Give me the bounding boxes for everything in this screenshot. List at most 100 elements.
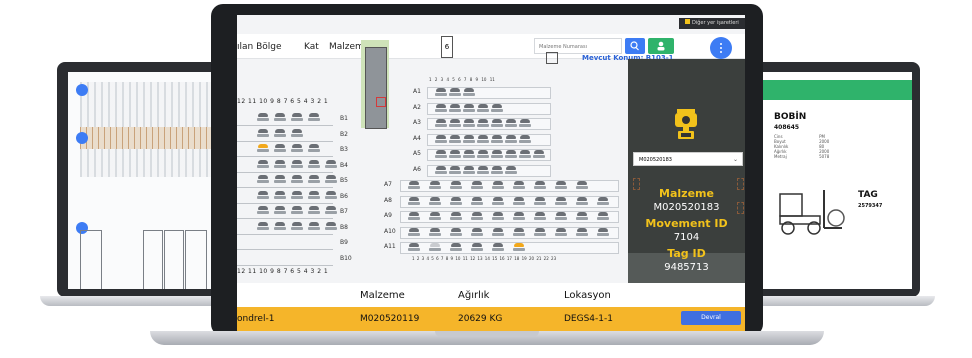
forklift-icon[interactable] [257,175,269,184]
forklift-icon[interactable] [325,206,337,215]
forklift-icon[interactable] [576,196,588,206]
forklift-icon[interactable] [513,212,525,221]
notification-chip[interactable]: Diğer yer işaretleri [679,18,745,29]
forklift-icon[interactable] [471,181,483,190]
forklift-icon[interactable] [325,190,337,200]
forklift-icon[interactable] [471,196,483,206]
forklift-icon[interactable] [274,159,286,169]
forklift-icon[interactable] [325,175,337,184]
forklift-icon[interactable] [408,227,420,237]
forklift-icon[interactable] [477,134,489,144]
forklift-icon[interactable] [555,212,567,221]
forklift-icon[interactable] [308,159,320,169]
forklift-icon[interactable] [257,113,269,122]
forklift-icon[interactable] [408,196,420,206]
forklift-icon[interactable] [555,227,567,237]
devral-button[interactable]: Devral [681,311,741,325]
forklift-icon[interactable] [505,150,517,159]
forklift-icon[interactable] [449,88,461,97]
forklift-icon[interactable] [463,165,475,175]
forklift-icon[interactable] [257,206,269,215]
forklift-icon[interactable] [463,150,475,159]
forklift-icon[interactable] [576,212,588,221]
forklift-icon[interactable] [435,119,447,128]
forklift-icon[interactable] [449,103,461,113]
forklift-icon[interactable] [435,88,447,97]
forklift-icon[interactable] [534,212,546,221]
forklift-icon[interactable] [576,227,588,237]
forklift-icon[interactable] [449,134,461,144]
left-nav-button-1[interactable] [76,84,88,96]
forklift-icon[interactable] [257,159,269,169]
forklift-icon[interactable] [308,221,320,231]
forklift-icon[interactable] [471,243,483,252]
forklift-icon[interactable] [257,128,269,138]
forklift-icon[interactable] [274,144,286,153]
forklift-icon[interactable] [519,119,531,128]
forklift-icon[interactable] [463,119,475,128]
forklift-icon[interactable] [576,181,588,190]
forklift-icon[interactable] [597,227,609,237]
forklift-icon[interactable] [491,119,503,128]
forklift-icon[interactable] [274,128,286,138]
forklift-icon[interactable] [408,243,420,252]
forklift-icon[interactable] [308,175,320,184]
forklift-icon[interactable] [325,221,337,231]
forklift-icon[interactable] [513,227,525,237]
forklift-icon[interactable] [513,181,525,190]
forklift-icon[interactable] [291,128,303,138]
forklift-icon[interactable] [429,227,441,237]
forklift-icon[interactable] [597,212,609,221]
forklift-icon[interactable] [429,181,441,190]
forklift-icon[interactable] [463,134,475,144]
tab-zone[interactable]: ılan Bölge [237,42,282,52]
forklift-icon[interactable] [492,227,504,237]
forklift-icon[interactable] [491,150,503,159]
forklift-icon[interactable] [429,196,441,206]
forklift-icon[interactable] [435,103,447,113]
forklift-icon[interactable] [274,206,286,215]
forklift-icon[interactable] [429,243,441,252]
forklift-icon[interactable] [291,175,303,184]
forklift-icon[interactable] [408,181,420,190]
forklift-icon[interactable] [291,113,303,122]
forklift-icon[interactable] [450,227,462,237]
forklift-icon[interactable] [505,165,517,175]
forklift-icon[interactable] [435,150,447,159]
forklift-icon[interactable] [477,165,489,175]
forklift-icon[interactable] [534,196,546,206]
forklift-icon[interactable] [291,159,303,169]
forklift-icon[interactable] [533,150,545,159]
forklift-icon[interactable] [291,221,303,231]
forklift-icon[interactable] [519,134,531,144]
material-dropdown[interactable]: M020520183 ⌄ [633,152,743,166]
forklift-icon[interactable] [274,221,286,231]
search-button[interactable] [625,38,645,54]
forklift-icon[interactable] [274,190,286,200]
forklift-icon[interactable] [513,243,525,252]
forklift-icon[interactable] [435,165,447,175]
forklift-icon[interactable] [257,190,269,200]
forklift-icon[interactable] [450,243,462,252]
forklift-icon[interactable] [471,212,483,221]
forklift-icon[interactable] [505,119,517,128]
forklift-icon[interactable] [257,144,269,153]
forklift-icon[interactable] [291,206,303,215]
forklift-icon[interactable] [534,227,546,237]
forklift-icon[interactable] [308,206,320,215]
forklift-icon[interactable] [492,212,504,221]
forklift-icon[interactable] [408,212,420,221]
forklift-icon[interactable] [491,134,503,144]
forklift-icon[interactable] [492,243,504,252]
forklift-icon[interactable] [435,134,447,144]
forklift-icon[interactable] [491,103,503,113]
forklift-icon[interactable] [505,134,517,144]
forklift-icon[interactable] [308,190,320,200]
menu-button[interactable] [710,37,732,59]
forklift-icon[interactable] [449,165,461,175]
forklift-icon[interactable] [291,190,303,200]
forklift-icon[interactable] [429,212,441,221]
forklift-icon[interactable] [308,144,320,153]
forklift-icon[interactable] [274,113,286,122]
forklift-icon[interactable] [257,221,269,231]
